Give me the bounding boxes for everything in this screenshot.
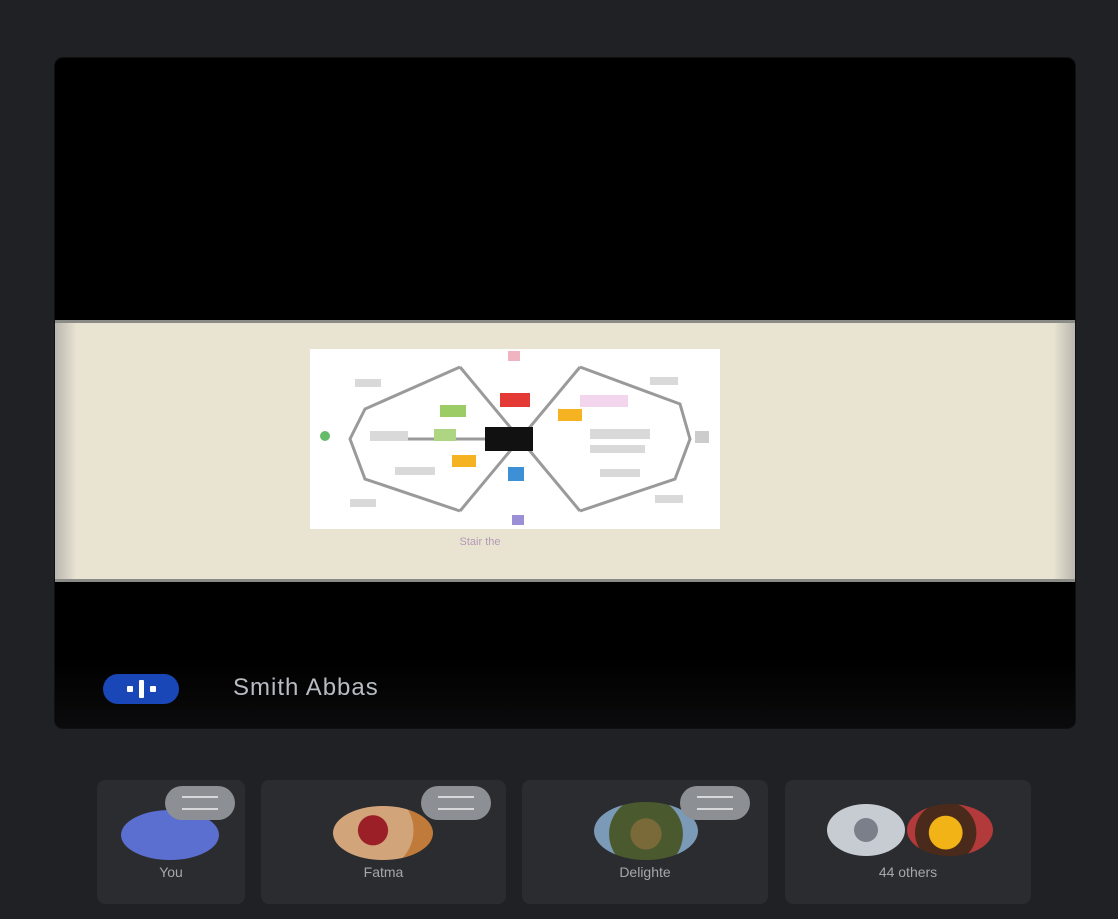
speech-bubble-icon bbox=[421, 786, 491, 820]
participant-tile-delighte[interactable]: Delighte bbox=[522, 780, 768, 904]
participant-tile-fatma[interactable]: Fatma bbox=[261, 780, 506, 904]
user-avatar-icon bbox=[907, 804, 993, 856]
presenter-name: Smith Abbas bbox=[233, 674, 379, 701]
participant-label: 44 others bbox=[878, 864, 938, 880]
participant-label: You bbox=[159, 864, 183, 880]
slide-caption: Stair the bbox=[459, 536, 501, 548]
participant-label: Fatma bbox=[363, 864, 404, 880]
presenter-bar: Smith Abbas bbox=[55, 658, 1075, 728]
meeting-window: Stair the Smith Abbas You Fatma Delighte bbox=[0, 0, 1118, 919]
slide-diagram bbox=[310, 349, 720, 529]
participant-strip: You Fatma Delighte 44 others bbox=[97, 780, 1037, 904]
user-avatar-icon bbox=[827, 804, 905, 856]
presentation-stage[interactable]: Stair the Smith Abbas bbox=[55, 58, 1075, 728]
participant-tile-others[interactable]: 44 others bbox=[785, 780, 1031, 904]
participant-label: Delighte bbox=[619, 864, 671, 880]
diagram-graphic bbox=[320, 351, 709, 525]
user-avatar-icon bbox=[333, 806, 433, 860]
presentation-icon bbox=[103, 674, 179, 704]
speech-bubble-icon bbox=[680, 786, 750, 820]
shared-slide: Stair the bbox=[55, 320, 1075, 582]
speech-bubble-icon bbox=[165, 786, 235, 820]
participant-tile-you[interactable]: You bbox=[97, 780, 245, 904]
